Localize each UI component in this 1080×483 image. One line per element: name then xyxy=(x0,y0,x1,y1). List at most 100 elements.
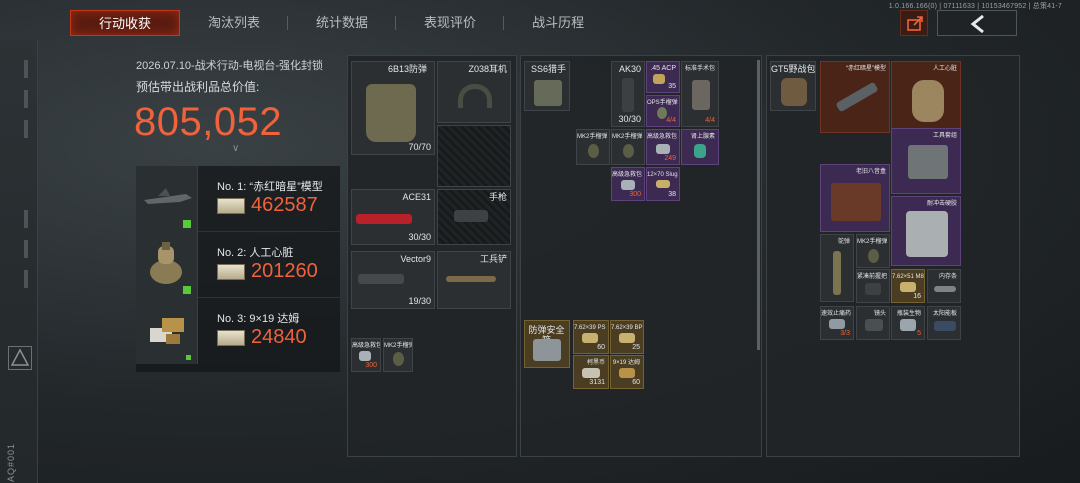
backpack-item[interactable]: 太阳能板 xyxy=(927,306,961,340)
top-item-row[interactable]: No. 1: “赤红暗星”模型 462587 xyxy=(136,166,340,232)
item-name: 12×70 Slug xyxy=(647,172,678,178)
rig-item[interactable]: 12×70 Slug 38 xyxy=(646,167,680,201)
tab-eliminations[interactable]: 淘汰列表 xyxy=(180,10,289,36)
secondary-weapon-ammo: 19/30 xyxy=(408,296,431,306)
primary-weapon-slot[interactable]: ACE31 30/30 xyxy=(351,189,435,245)
rig-slot[interactable]: SS6猎手 xyxy=(524,61,570,111)
item-count: 30/30 xyxy=(618,114,641,124)
empty-slot[interactable] xyxy=(437,125,511,187)
pistol-icon xyxy=(454,210,488,222)
safe-item[interactable]: 柯黑币 3131 xyxy=(573,355,609,389)
top-item-row[interactable]: No. 2: 人工心脏 201260 xyxy=(136,232,340,298)
rig-item[interactable]: OPS手榴弹 4/4 xyxy=(646,95,680,127)
item-name: 7.62×39 BP xyxy=(611,325,643,331)
tab-stats[interactable]: 统计数据 xyxy=(288,10,397,36)
safe-box-slot[interactable]: 防弹安全箱 xyxy=(524,320,570,368)
safe-item[interactable]: 9×19 达姆 60 xyxy=(610,355,644,389)
total-value: 805,052 xyxy=(134,100,283,144)
item-name: 鸵弹 xyxy=(837,239,850,245)
item-count: 5 xyxy=(917,330,921,337)
backpack-item[interactable]: 耐冲击硬胶 xyxy=(891,196,961,266)
smg-icon xyxy=(358,274,404,284)
ammo-icon xyxy=(582,333,598,343)
backpack-item[interactable]: 7.62×51 M80 16 xyxy=(891,269,925,303)
rig-item[interactable]: 高级急救包 300 xyxy=(611,167,645,201)
rifle-icon xyxy=(356,214,412,224)
primary-weapon-ammo: 30/30 xyxy=(408,232,431,242)
safe-item[interactable]: 7.62×39 PS 60 xyxy=(573,320,609,354)
cash-icon xyxy=(217,264,245,280)
safe-item[interactable]: 7.62×39 BP 25 xyxy=(610,320,644,354)
rig-item[interactable]: 肾上腺素 xyxy=(681,129,719,165)
backpack-item[interactable]: MK2手榴弹 xyxy=(856,234,890,268)
backpack-item[interactable]: 紧凑前握把 xyxy=(856,269,890,303)
rig-item[interactable]: MK2手榴弹 xyxy=(576,129,610,165)
warning-triangle-icon xyxy=(8,346,32,370)
item-name: 速效止痛药 xyxy=(821,311,852,317)
grenade-icon xyxy=(623,144,634,158)
scrollbar[interactable] xyxy=(757,60,760,350)
secondary-weapon-slot[interactable]: Vector9 19/30 xyxy=(351,251,435,309)
shell-icon xyxy=(656,180,670,188)
rig-item[interactable]: 高级急救包 249 xyxy=(646,129,680,165)
item-name: .45 ACP xyxy=(650,65,676,72)
backpack-item[interactable]: 老旧八音盒 xyxy=(820,164,890,232)
expand-chevron-icon[interactable]: ∨ xyxy=(232,143,239,154)
cash-icon xyxy=(217,330,245,346)
headset-slot[interactable]: Z038耳机 xyxy=(437,61,511,123)
tab-battle-history[interactable]: 战斗历程 xyxy=(504,10,612,36)
tab-loot[interactable]: 行动收获 xyxy=(70,10,181,36)
pocket-item-count: 300 xyxy=(365,362,377,369)
medkit-icon xyxy=(359,351,371,361)
item-name: 镜头 xyxy=(873,311,886,317)
backpack-item[interactable]: 工具套组 xyxy=(891,128,961,194)
item-count: 4/4 xyxy=(705,117,715,124)
back-button[interactable] xyxy=(937,10,1017,36)
rig-item[interactable]: MK2手榴弹 xyxy=(611,129,645,165)
backpack-item[interactable]: 镜头 xyxy=(856,306,890,340)
medkit-icon xyxy=(656,144,670,154)
item-name: 肾上腺素 xyxy=(690,134,715,140)
pocket-slot[interactable]: 高级急救包 300 xyxy=(351,338,381,372)
armor-slot[interactable]: 6B13防弹 70/70 xyxy=(351,61,435,155)
item-name: MK2手榴弹 xyxy=(612,134,643,140)
export-button[interactable] xyxy=(900,10,928,36)
item-value: 201260 xyxy=(251,260,318,282)
backpack-item[interactable]: 人工心脏 xyxy=(891,61,961,133)
side-rail: AQ#001 xyxy=(0,40,38,483)
ammo-icon xyxy=(619,368,635,378)
melee-slot[interactable]: 工兵铲 xyxy=(437,251,511,309)
item-name: 工具套组 xyxy=(932,133,957,139)
item-name: AK30 xyxy=(618,64,641,74)
tab-performance[interactable]: 表现评价 xyxy=(396,10,505,36)
result-tabs: 行动收获 淘汰列表 统计数据 表现评价 战斗历程 xyxy=(70,10,612,36)
item-count: 249 xyxy=(664,155,676,162)
pocket-slot[interactable]: MK2手榴弹 xyxy=(383,338,413,372)
backpack-item[interactable]: 内存条 xyxy=(927,269,961,303)
item-value: 462587 xyxy=(251,194,318,216)
primary-weapon-name: ACE31 xyxy=(402,192,431,202)
backpack-item[interactable]: 速效止痛药 3/3 xyxy=(820,306,854,340)
backpack-slot[interactable]: GT5野战包 xyxy=(770,61,816,111)
rig-item[interactable]: 标准手术包 4/4 xyxy=(681,61,719,127)
item-name: “赤红暗星”模型 xyxy=(846,66,886,72)
ammo-icon xyxy=(900,282,916,292)
armor-durability: 70/70 xyxy=(408,142,431,152)
pistol-slot[interactable]: 手枪 xyxy=(437,189,511,245)
rig-item[interactable]: .45 ACP 35 xyxy=(646,61,680,93)
item-name: 7.62×39 PS xyxy=(574,325,606,331)
rig-item[interactable]: AK30 30/30 xyxy=(611,61,645,127)
backpack-item[interactable]: 瓶装生物 5 xyxy=(891,306,925,340)
item-count: 3131 xyxy=(589,379,605,386)
safe-case-icon xyxy=(533,339,561,361)
pistol-name: 手枪 xyxy=(488,192,507,202)
top-item-row[interactable]: No. 3: 9×19 达姆 24840 xyxy=(136,298,340,364)
backpack-item[interactable]: “赤红暗星”模型 xyxy=(820,61,890,133)
bottle-icon xyxy=(900,319,916,331)
backpack-item[interactable]: 鸵弹 xyxy=(820,234,854,302)
item-value: 24840 xyxy=(251,326,307,348)
rig-panel: SS6猎手 AK30 30/30 .45 ACP 35 标准手术包 4/4 OP… xyxy=(520,55,762,457)
surgery-kit-icon xyxy=(692,80,710,110)
armor-name: 6B13防弹 xyxy=(388,64,428,74)
item-name: 9×19 达姆 xyxy=(612,360,640,366)
